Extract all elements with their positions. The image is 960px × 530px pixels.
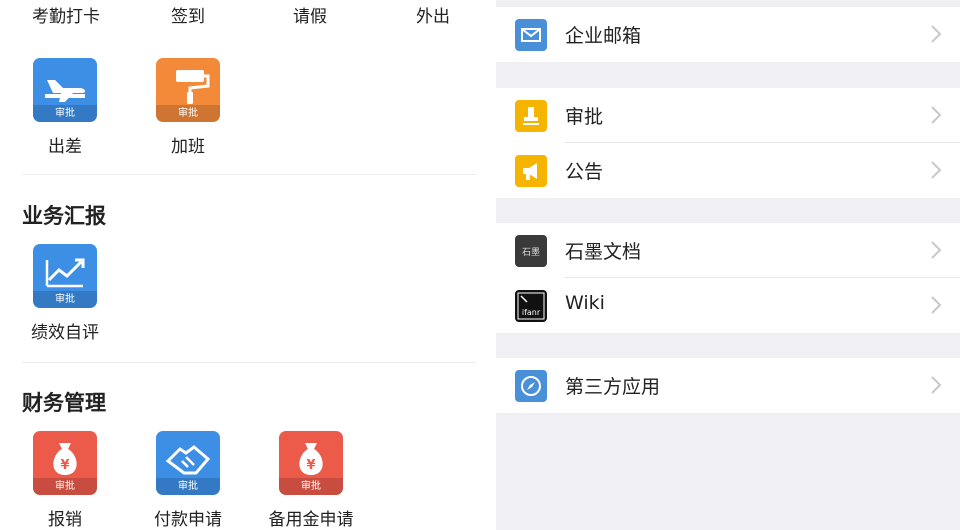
- section-divider: [22, 362, 476, 363]
- section-divider: [22, 174, 476, 175]
- list-item-label: 第三方应用: [565, 376, 661, 398]
- chevron-right-icon: [931, 106, 942, 124]
- app-label: 备用金申请: [268, 510, 354, 530]
- list-item-label: Wiki: [565, 292, 605, 314]
- reimbursement-tile[interactable]: ¥ 审批: [33, 431, 97, 495]
- overtime-tile[interactable]: 审批: [156, 58, 220, 122]
- app-reimbursement[interactable]: ¥ 审批 报销: [15, 431, 115, 530]
- petty-cash-tile[interactable]: ¥ 审批: [279, 431, 343, 495]
- compass-icon: [515, 370, 547, 402]
- app-payment-request[interactable]: 审批 付款申请: [138, 431, 238, 530]
- list-item-shimo-docs[interactable]: 石墨 石墨文档: [496, 223, 960, 278]
- approval-badge: 审批: [33, 478, 97, 495]
- business-trip-tile[interactable]: 审批: [33, 58, 97, 122]
- list-item-label: 审批: [565, 106, 604, 128]
- stamp-icon: [515, 100, 547, 132]
- ifanr-icon: ifanr: [515, 290, 547, 322]
- app-label-clock-in[interactable]: 考勤打卡: [32, 2, 100, 27]
- list-item-enterprise-mail[interactable]: 企业邮箱: [496, 7, 960, 62]
- app-performance-review[interactable]: 审批 绩效自评: [15, 244, 115, 343]
- chevron-right-icon: [931, 296, 942, 314]
- svg-text:石墨: 石墨: [522, 247, 540, 258]
- app-label-outing[interactable]: 外出: [416, 2, 450, 27]
- approval-badge: 审批: [279, 478, 343, 495]
- workbench-panel: 考勤打卡 签到 请假 外出 审批 出差 审批 加班 业务汇报 审批 绩效自评 财…: [0, 0, 496, 530]
- mail-icon: [515, 19, 547, 51]
- list-item-wiki[interactable]: ifanr Wiki: [496, 278, 960, 333]
- app-overtime[interactable]: 审批 加班: [138, 58, 238, 157]
- list-item-announcement[interactable]: 公告: [496, 143, 960, 198]
- chevron-right-icon: [931, 25, 942, 43]
- app-label-leave[interactable]: 请假: [293, 2, 327, 27]
- approval-badge: 审批: [156, 478, 220, 495]
- svg-text:ifanr: ifanr: [522, 308, 541, 317]
- section-title-business-report: 业务汇报: [22, 204, 106, 228]
- chevron-right-icon: [931, 376, 942, 394]
- app-business-trip[interactable]: 审批 出差: [15, 58, 115, 157]
- app-petty-cash-request[interactable]: ¥ 审批 备用金申请: [261, 431, 361, 530]
- approval-badge: 审批: [33, 105, 97, 122]
- svg-text:¥: ¥: [306, 458, 315, 473]
- approval-badge: 审批: [33, 291, 97, 308]
- list-item-approval[interactable]: 审批: [496, 88, 960, 143]
- performance-review-tile[interactable]: 审批: [33, 244, 97, 308]
- app-label-check-in[interactable]: 签到: [171, 2, 205, 27]
- app-label: 报销: [48, 510, 82, 530]
- apps-list-panel: 企业邮箱 审批 公告 石墨 石墨文档 ifanr Wiki 第三方应用: [496, 0, 960, 530]
- approval-badge: 审批: [156, 105, 220, 122]
- app-label: 加班: [171, 137, 205, 157]
- list-item-third-party-apps[interactable]: 第三方应用: [496, 358, 960, 413]
- svg-text:¥: ¥: [60, 458, 69, 473]
- app-label: 付款申请: [154, 510, 222, 530]
- app-label: 出差: [48, 137, 82, 157]
- pane-gap: [476, 0, 496, 530]
- payment-request-tile[interactable]: 审批: [156, 431, 220, 495]
- list-item-label: 石墨文档: [565, 241, 642, 263]
- list-item-label: 公告: [565, 161, 604, 183]
- top-app-row: 考勤打卡 签到 请假 外出: [0, 0, 496, 28]
- chevron-right-icon: [931, 161, 942, 179]
- shimo-icon: 石墨: [515, 235, 547, 267]
- app-label: 绩效自评: [31, 323, 99, 343]
- section-title-finance: 财务管理: [22, 391, 106, 415]
- chevron-right-icon: [931, 241, 942, 259]
- list-item-label: 企业邮箱: [565, 25, 642, 47]
- megaphone-icon: [515, 155, 547, 187]
